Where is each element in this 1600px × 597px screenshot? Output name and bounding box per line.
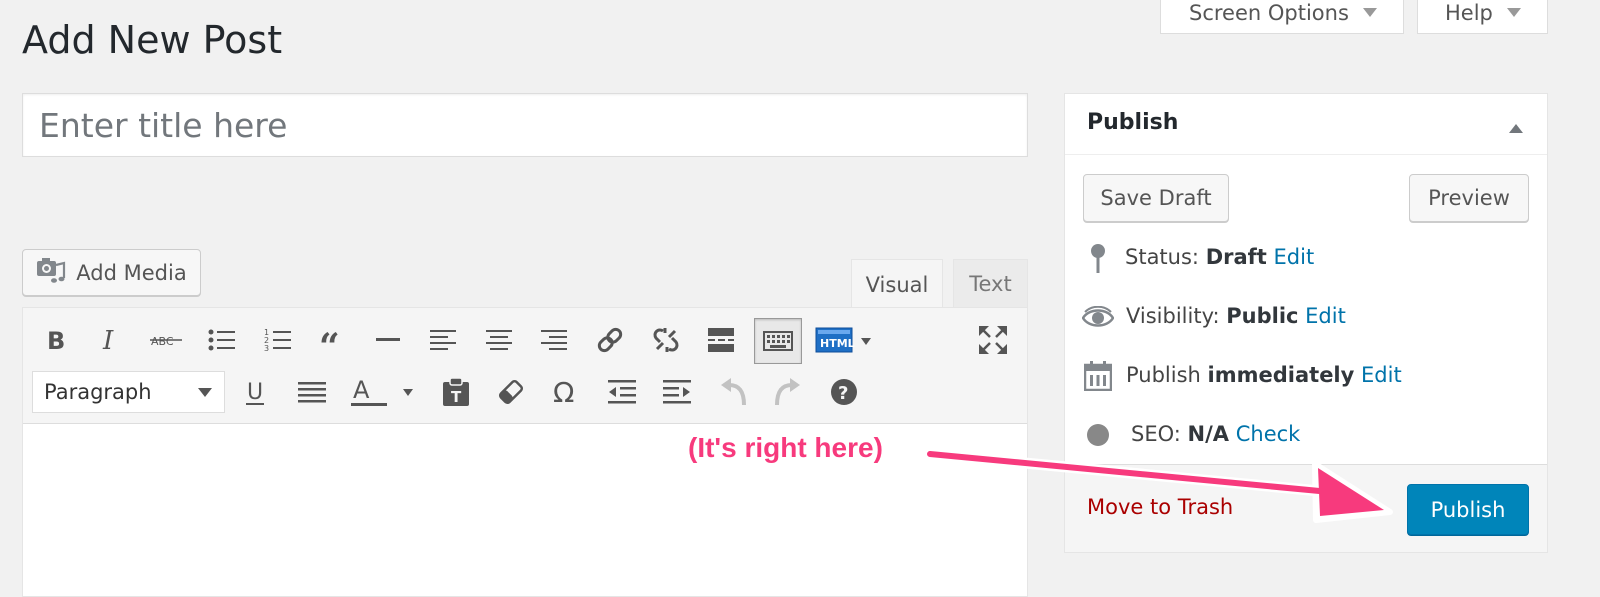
eye-icon (1081, 305, 1115, 334)
visibility-row: Visibility: Public Edit (1126, 304, 1346, 328)
link-icon[interactable] (590, 320, 630, 360)
screen-options-tab[interactable]: Screen Options (1160, 0, 1404, 34)
help-icon[interactable]: ? (824, 372, 864, 412)
status-edit-link[interactable]: Edit (1274, 245, 1315, 269)
html-icon[interactable]: HTML (812, 320, 876, 360)
annotation-callout: (It's right here) (688, 432, 883, 463)
svg-text:I: I (102, 327, 114, 353)
preview-button[interactable]: Preview (1409, 174, 1529, 222)
justify-icon[interactable] (292, 372, 332, 412)
help-label: Help (1445, 0, 1493, 25)
outdent-icon[interactable] (602, 372, 642, 412)
caret-down-icon (1506, 8, 1521, 17)
paste-as-text-icon[interactable]: T (436, 372, 476, 412)
visibility-edit-link[interactable]: Edit (1305, 304, 1346, 328)
schedule-row: Publish immediately Edit (1126, 363, 1402, 387)
align-center-icon[interactable] (479, 320, 519, 360)
status-row: Status: Draft Edit (1125, 245, 1314, 269)
strikethrough-icon[interactable]: ABC (146, 320, 186, 360)
add-media-button[interactable]: Add Media (22, 249, 201, 296)
svg-text:A: A (353, 376, 370, 404)
tab-visual[interactable]: Visual (851, 259, 943, 309)
add-media-label: Add Media (76, 260, 187, 285)
toolbar-toggle-icon[interactable] (754, 318, 802, 364)
post-title-input[interactable] (22, 93, 1028, 157)
clear-formatting-icon[interactable] (491, 372, 531, 412)
redo-icon[interactable] (768, 372, 808, 412)
unlink-icon[interactable] (646, 320, 686, 360)
html-icon-text: HTML (820, 337, 855, 350)
schedule-value: immediately (1207, 363, 1355, 387)
page-title: Add New Post (22, 18, 283, 62)
save-draft-button[interactable]: Save Draft (1083, 174, 1229, 222)
blockquote-icon[interactable]: “ (313, 320, 353, 360)
status-value: Draft (1205, 245, 1267, 269)
camera-music-icon (36, 256, 66, 289)
svg-text:3: 3 (264, 344, 269, 353)
horizontal-rule-icon[interactable] (368, 320, 408, 360)
collapse-toggle-icon[interactable] (1508, 119, 1524, 138)
underline-icon[interactable]: U (235, 372, 275, 412)
annotation-arrow-icon (924, 448, 1393, 523)
status-label: Status: (1125, 245, 1199, 269)
visibility-label: Visibility: (1126, 304, 1220, 328)
undo-icon[interactable] (713, 372, 753, 412)
svg-text:B: B (47, 327, 65, 353)
fullscreen-icon[interactable] (973, 320, 1013, 360)
calendar-icon (1083, 361, 1113, 395)
pin-icon (1089, 243, 1107, 279)
publish-button[interactable]: Publish (1407, 484, 1529, 535)
svg-text:“: “ (319, 329, 340, 351)
svg-text:U: U (247, 380, 263, 405)
bullet-list-icon[interactable] (202, 320, 242, 360)
svg-text:T: T (451, 388, 462, 406)
svg-text:?: ? (838, 383, 848, 404)
format-select-value: Paragraph (44, 380, 152, 404)
indent-icon[interactable] (657, 372, 697, 412)
caret-down-icon (1362, 8, 1377, 17)
caret-down-icon (198, 387, 212, 397)
align-right-icon[interactable] (534, 320, 574, 360)
svg-text:ABC: ABC (151, 335, 174, 348)
bold-icon[interactable]: B (36, 320, 76, 360)
numbered-list-icon[interactable]: 123 (258, 320, 298, 360)
svg-text:Ω: Ω (553, 378, 574, 406)
tab-text[interactable]: Text (953, 259, 1028, 307)
special-character-icon[interactable]: Ω (546, 372, 586, 412)
publish-box-divider (1065, 154, 1547, 155)
visibility-value: Public (1226, 304, 1299, 328)
format-select[interactable]: Paragraph (32, 371, 225, 413)
text-color-icon[interactable]: A (347, 372, 421, 412)
publish-box-title: Publish (1087, 110, 1179, 135)
schedule-label: Publish (1126, 363, 1201, 387)
schedule-edit-link[interactable]: Edit (1361, 363, 1402, 387)
help-tab[interactable]: Help (1417, 0, 1548, 34)
align-left-icon[interactable] (423, 320, 463, 360)
screen-options-label: Screen Options (1189, 0, 1349, 25)
italic-icon[interactable]: I (91, 320, 131, 360)
read-more-icon[interactable] (701, 320, 741, 360)
